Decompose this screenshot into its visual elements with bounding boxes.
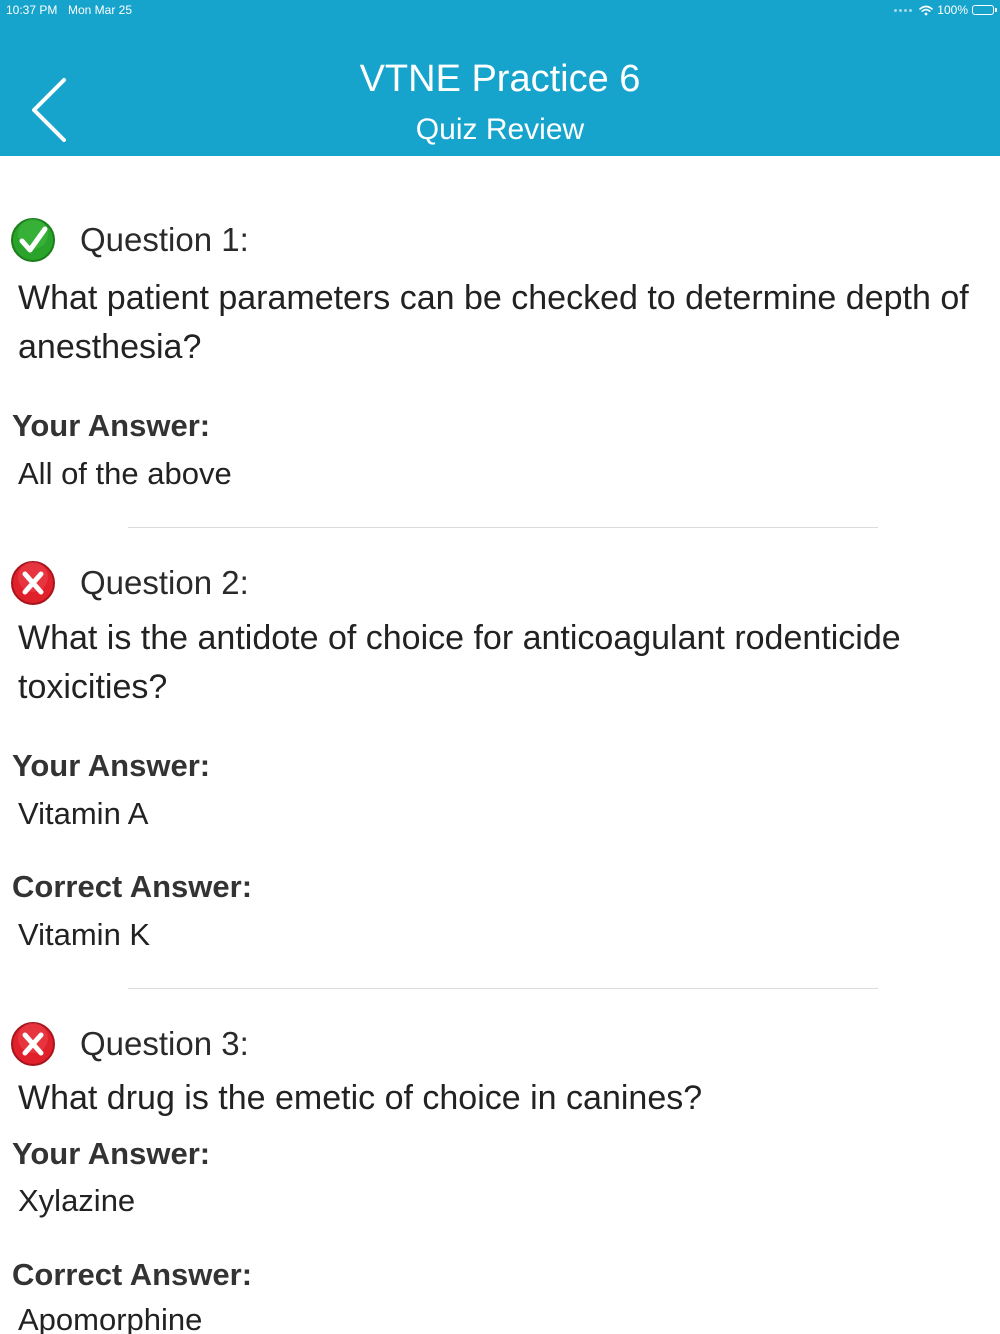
question-label: Question 2: <box>80 564 249 601</box>
question-text: What is the antidote of choice for antic… <box>18 619 901 706</box>
question-label: Question 1: <box>80 221 249 258</box>
your-answer-label: Your Answer: <box>12 748 211 783</box>
question-label: Question 3: <box>80 1025 249 1062</box>
divider <box>128 988 878 989</box>
your-answer-value: All of the above <box>18 456 232 491</box>
page-subtitle: Quiz Review <box>415 113 585 146</box>
status-date: Mon Mar 25 <box>68 3 133 17</box>
divider <box>128 527 878 528</box>
battery-percent: 100% <box>937 3 968 17</box>
correct-answer-value: Vitamin K <box>18 917 151 952</box>
your-answer-value: Vitamin A <box>18 796 149 831</box>
correct-answer-label: Correct Answer: <box>12 1257 253 1292</box>
status-indicators: 100% <box>894 2 997 18</box>
your-answer-label: Your Answer: <box>12 1136 211 1171</box>
checkmark-icon <box>11 218 55 262</box>
quiz-review-list[interactable]: Question 1: What patient parameters can … <box>0 156 1000 1334</box>
navigation-header: 10:37 PM Mon Mar 25 100% VTNE Practice 6… <box>0 0 1000 156</box>
your-answer-label: Your Answer: <box>12 408 211 443</box>
wifi-icon <box>919 5 934 15</box>
correct-answer-label: Correct Answer: <box>12 869 253 904</box>
status-time: 10:37 PM <box>6 3 58 17</box>
question-1-header: Question 1: <box>10 216 249 264</box>
status-bar: 10:37 PM Mon Mar 25 100% <box>0 0 1000 22</box>
question-3-header: Question 3: <box>10 1020 249 1068</box>
question-text: What patient parameters can be checked t… <box>18 279 969 366</box>
signal-icon <box>894 8 913 12</box>
question-2-header: Question 2: <box>10 559 249 607</box>
x-mark-icon <box>11 1022 55 1066</box>
correct-answer-value: Apomorphine <box>18 1302 203 1334</box>
x-mark-icon <box>11 561 55 605</box>
your-answer-value: Xylazine <box>18 1183 136 1218</box>
question-text: What drug is the emetic of choice in can… <box>18 1079 703 1117</box>
page-title: VTNE Practice 6 <box>359 58 641 100</box>
battery-icon <box>972 5 997 15</box>
